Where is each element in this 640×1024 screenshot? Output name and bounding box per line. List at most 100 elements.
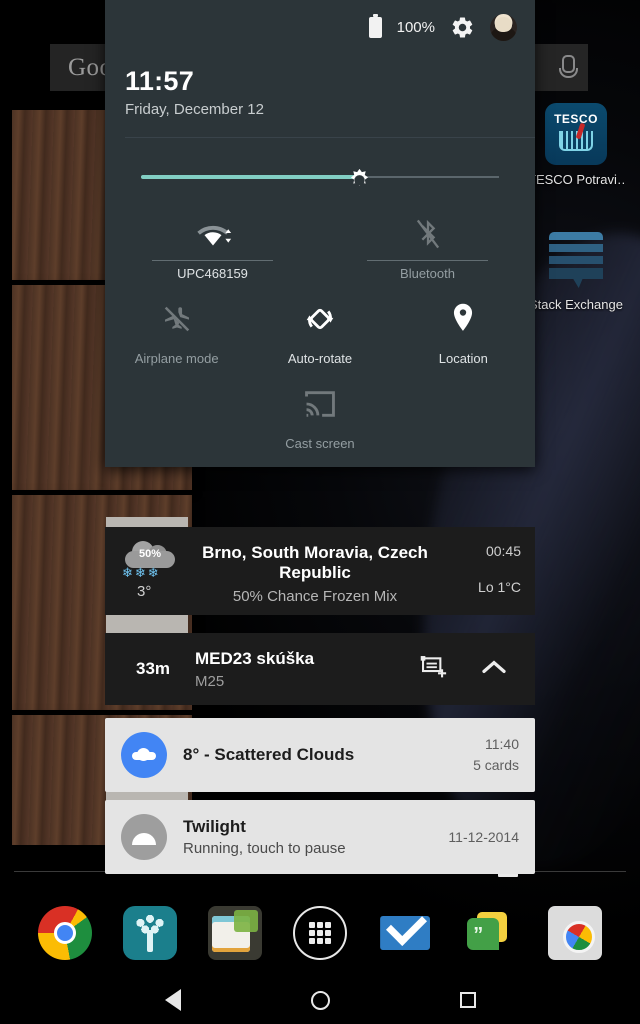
weather-time: 00:45 (485, 543, 521, 559)
home-circle-icon[interactable] (310, 990, 330, 1010)
inbox-icon[interactable] (378, 906, 432, 960)
status-bar-right: 100% (368, 14, 517, 41)
snowflakes: ❄❄❄ (122, 565, 161, 580)
user-avatar[interactable] (490, 14, 517, 41)
event-location: M25 (195, 672, 225, 690)
now-title: 8° - Scattered Clouds (183, 745, 355, 764)
se-bar (549, 256, 603, 264)
snow-cloud-icon: 50% ❄❄❄ 3° (119, 539, 183, 605)
tile-label: Auto-rotate (287, 351, 353, 366)
gear-icon[interactable] (450, 15, 475, 40)
event-text: MED23 skúška M25 (189, 649, 419, 690)
clock-block: 11:57 Friday, December 12 (105, 66, 535, 138)
drawer-dots (308, 922, 331, 944)
brightness-slider[interactable] (141, 166, 499, 188)
android-screen: Google STUDEI HRÁČ S TESCO TESCO Potravi… (0, 0, 640, 1024)
notification-stack: 50% ❄❄❄ 3° Brno, South Moravia, Czech Re… (105, 527, 535, 874)
quick-settings-panel: 100% 11:57 Friday, December 12 UPC468159… (105, 0, 535, 467)
navigation-bar (0, 976, 640, 1024)
tesco-wordmark: TESCO (554, 112, 598, 126)
current-temperature: 3° (137, 583, 152, 600)
notification-weather-dark[interactable]: 50% ❄❄❄ 3° Brno, South Moravia, Czech Re… (105, 527, 535, 615)
tile-label: UPC468159 (177, 266, 248, 281)
now-time: 11:40 (485, 736, 519, 752)
brightness-row (105, 138, 535, 196)
camera-icon[interactable] (548, 906, 603, 960)
tile-auto-rotate[interactable]: Auto-rotate (248, 287, 391, 372)
tile-label: Cast screen (285, 436, 355, 451)
tile-label: Bluetooth (400, 266, 455, 281)
quote-glyph: ” (473, 924, 484, 946)
tile-bluetooth[interactable]: Bluetooth (320, 202, 535, 287)
tile-underline (152, 260, 273, 261)
se-bar (549, 268, 603, 288)
tile-label: Location (438, 351, 488, 366)
app-drawer-icon[interactable] (292, 906, 347, 960)
status-bar: 100% (105, 0, 535, 66)
app-icon-tesco[interactable]: TESCO TESCO Potravi… (528, 103, 624, 187)
location-pin-icon (392, 299, 535, 339)
cloud-glyph (132, 748, 156, 761)
clock-date: Friday, December 12 (125, 101, 264, 118)
app-label: TESCO Potravi… (528, 172, 624, 187)
quick-settings-tiles: UPC468159 Bluetooth Airplane mode Auto-r… (105, 196, 535, 467)
brightness-sun-icon[interactable] (346, 164, 373, 191)
microphone-icon[interactable] (559, 54, 578, 81)
recents-square-icon[interactable] (459, 992, 476, 1008)
cast-screen-icon (248, 384, 391, 424)
tile-cast-screen[interactable]: Cast screen (248, 372, 391, 457)
battery-full-icon (368, 14, 382, 38)
chance-badge: 50% (138, 548, 162, 560)
slider-fill (141, 175, 360, 179)
tesco-app-icon: TESCO (545, 103, 607, 165)
twilight-status: Running, touch to pause (183, 840, 346, 857)
tile-underline (367, 260, 488, 261)
add-event-icon[interactable] (419, 653, 449, 686)
tree-icon[interactable] (122, 906, 177, 960)
wifi-icon (105, 214, 320, 254)
tile-airplane-mode[interactable]: Airplane mode (105, 287, 248, 372)
twilight-title: Twilight (183, 817, 246, 836)
twilight-icon (121, 814, 167, 860)
dock: ” (0, 890, 640, 976)
battery-level-label: 100% (396, 19, 435, 36)
sunset-dome-glyph (132, 833, 156, 845)
stack-exchange-app-icon (545, 228, 607, 290)
weather-condition: 50% Chance Frozen Mix (232, 588, 398, 605)
app-label: Stack Exchange (529, 297, 623, 312)
weather-text: Brno, South Moravia, Czech Republic 50% … (183, 539, 447, 605)
chrome-icon[interactable] (37, 906, 92, 960)
notification-twilight[interactable]: Twilight Running, touch to pause 11-12-2… (105, 800, 535, 874)
weather-meta: 00:45 Lo 1°C (447, 539, 521, 605)
weather-low: Lo 1°C (478, 579, 521, 595)
chevron-up-icon[interactable] (479, 657, 509, 682)
notification-calendar[interactable]: 33m MED23 skúška M25 (105, 633, 535, 705)
cards-icon[interactable] (207, 906, 262, 960)
twilight-date: 11-12-2014 (448, 828, 519, 845)
now-meta: 11:40 5 cards (473, 734, 519, 776)
hangouts-icon[interactable]: ” (463, 906, 517, 960)
twilight-meta: 11-12-2014 (448, 827, 519, 848)
clock-time: 11:57 (125, 66, 195, 96)
cloud-shape: 50% (125, 541, 175, 568)
tile-location[interactable]: Location (392, 287, 535, 372)
notification-google-now[interactable]: 8° - Scattered Clouds 11:40 5 cards (105, 718, 535, 792)
event-countdown: 33m (135, 659, 171, 678)
google-now-weather-icon (121, 732, 167, 778)
tile-row: Airplane mode Auto-rotate Location (105, 287, 535, 372)
event-title: MED23 skúška (195, 648, 315, 668)
back-triangle-icon[interactable] (164, 989, 181, 1011)
auto-rotate-icon (248, 299, 391, 339)
tile-wifi[interactable]: UPC468159 (105, 202, 320, 287)
weather-location: Brno, South Moravia, Czech Republic (202, 543, 428, 582)
airplane-off-icon (105, 299, 248, 339)
tile-row: UPC468159 Bluetooth (105, 202, 535, 287)
event-actions (419, 653, 523, 686)
tile-label: Airplane mode (134, 351, 219, 366)
bluetooth-disabled-icon (320, 214, 535, 254)
now-card-count: 5 cards (473, 757, 519, 773)
twilight-text: Twilight Running, touch to pause (167, 817, 448, 857)
app-icon-stack-exchange[interactable]: Stack Exchange (528, 228, 624, 312)
now-text: 8° - Scattered Clouds (167, 745, 473, 765)
se-bar (549, 244, 603, 252)
